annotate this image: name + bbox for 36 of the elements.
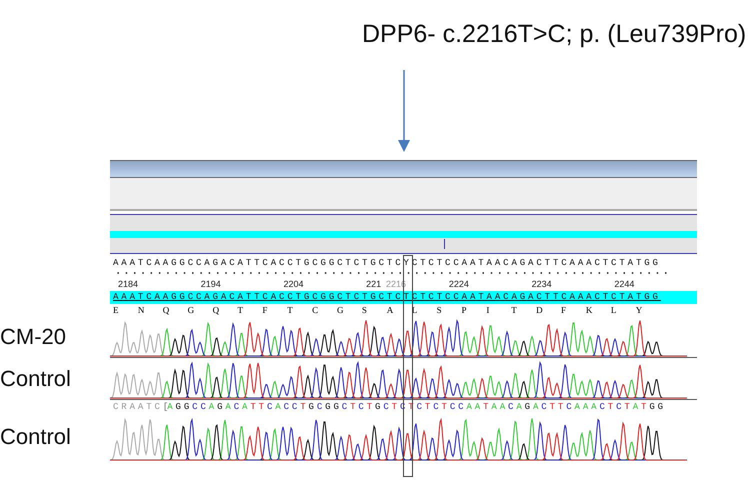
amino-acid: Q: [162, 304, 170, 316]
position-marker[interactable]: [444, 239, 445, 249]
trim-marker: [: [162, 402, 168, 412]
amino-acid: T: [511, 304, 518, 316]
amino-acid: A: [386, 304, 394, 316]
amino-acid: T: [237, 304, 244, 316]
trimmed-bases: CRAATC: [113, 402, 163, 412]
amino-acid: S: [362, 304, 368, 316]
amino-acid: F: [561, 304, 568, 316]
amino-acid: P: [461, 304, 468, 316]
amino-acid: K: [586, 304, 594, 316]
amino-acid: F: [262, 304, 268, 316]
sample-label: Control: [0, 424, 72, 450]
ruler-label: 2184: [118, 279, 138, 289]
ruler-label: 221: [366, 279, 382, 289]
ruler-label: 2194: [200, 279, 221, 289]
amino-acid: N: [138, 304, 146, 316]
amino-acid: L: [610, 304, 618, 316]
amino-acid: D: [536, 304, 544, 316]
amino-acid: G: [188, 304, 196, 316]
sample-label: CM-20: [0, 324, 68, 350]
slide-title: DPP6- c.2216T>C; p. (Leu739Pro): [361, 19, 748, 50]
amino-acid: S: [436, 304, 443, 316]
ruler-label: 2224: [448, 279, 469, 289]
ruler-label: 2204: [283, 279, 304, 289]
ruler-label: 2244: [614, 279, 634, 289]
sample-label: Control: [0, 366, 72, 392]
amino-acid: G: [337, 304, 345, 316]
amino-acid: Y: [636, 304, 644, 316]
amino-acid: Q: [212, 304, 220, 316]
ruler-label: 2234: [532, 279, 552, 289]
amino-acid: T: [287, 304, 294, 316]
amino-acid: I: [486, 304, 490, 316]
amino-acid: E: [113, 304, 120, 316]
amino-acid: C: [312, 304, 320, 316]
down-arrow-icon: [398, 70, 410, 152]
